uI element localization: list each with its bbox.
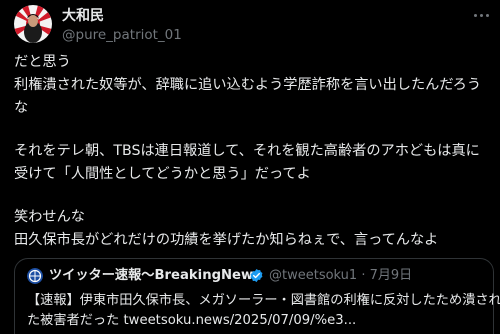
author-avatar[interactable] [14,5,52,43]
verified-badge-icon [249,268,264,283]
tweet-text-line: な [14,100,29,116]
quoted-author-display-name[interactable]: ツイッター速報〜BreakingNews [49,267,261,284]
quoted-tweet-text-line: 【速報】伊東市田久保市長、メガソーラー・図書館の利権に反対したため潰され [27,293,500,308]
quoted-tweet-meta[interactable]: @tweetsoku1 · 7月9日 [269,267,412,284]
more-dot [479,13,483,17]
author-handle[interactable]: @pure_patriot_01 [62,27,182,43]
quoted-tweet-card[interactable]: ツイッター速報〜BreakingNews @tweetsoku1 · 7月9日 … [14,258,500,334]
tweet-text: だと思う 利権潰された奴等が、辞職に追い込むよう学歴詐称を言い出したんだろう な… [14,51,498,252]
tweet[interactable]: 大和民 @pure_patriot_01 だと思う 利権潰された奴等が、辞職に追… [0,0,500,334]
author-display-name[interactable]: 大和民 [62,8,104,25]
tweet-text-line: 受けて「人間性としてどうかと思う」だってよ [14,166,311,182]
tweet-text-line: 笑わせんな [14,209,85,225]
more-options-icon[interactable] [470,6,492,24]
tweet-text-line: 利権潰された奴等が、辞職に追い込むよう学歴詐称を言い出したんだろう [14,77,482,93]
quoted-author-avatar[interactable] [27,268,43,284]
more-dot [473,13,477,17]
tweet-text-line: 田久保市長がどれだけの功績を挙げたか知らねぇで、言ってんなよ [14,232,439,248]
more-dot [485,13,489,17]
quoted-tweet-text: 【速報】伊東市田久保市長、メガソーラー・図書館の利権に反対したため潰され た被害… [27,291,500,331]
tweet-text-line: だと思う [14,54,71,70]
quoted-tweet-text-line: た被害者だった tweetsoku.news/2025/07/09/%e3... [27,313,357,328]
tweet-text-line: それをテレ朝、TBSは連日報道して、それを観た高齢者のアホどもは真に [14,143,480,159]
